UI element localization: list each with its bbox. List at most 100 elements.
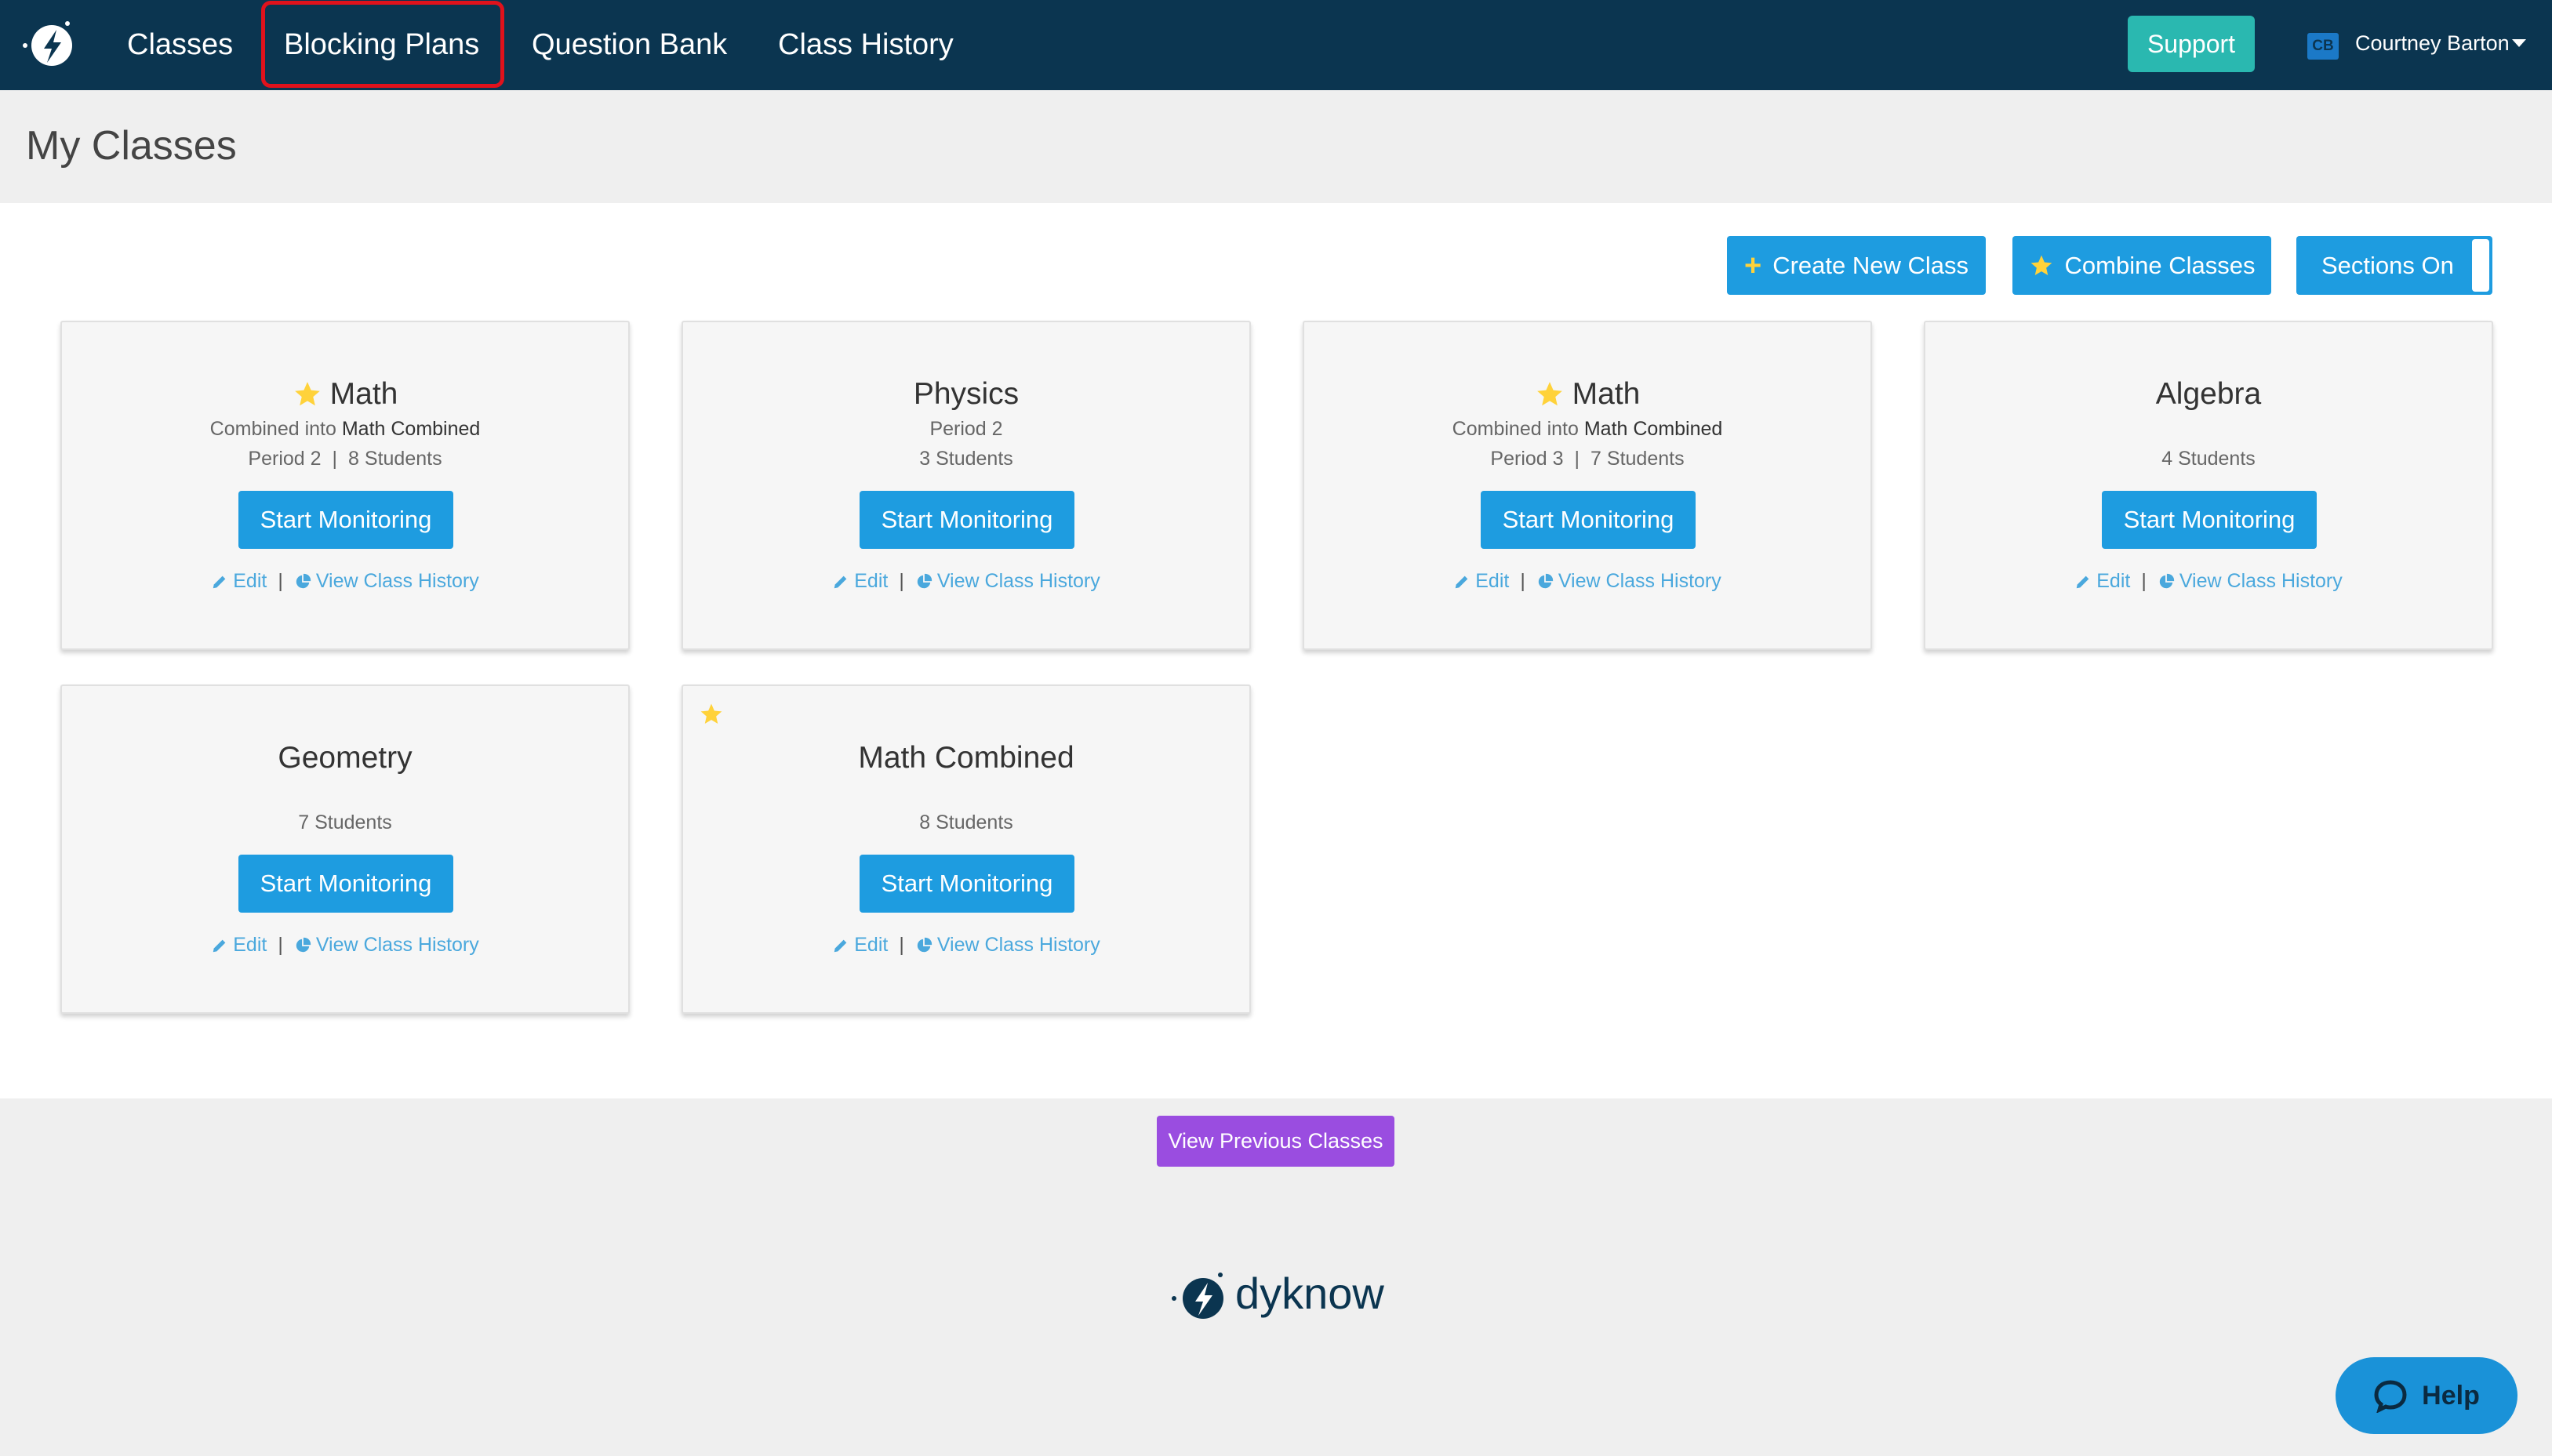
separator: | (2141, 570, 2147, 592)
start-monitoring-button[interactable]: Start Monitoring (860, 491, 1074, 549)
page-title: My Classes (26, 123, 237, 169)
card-links: Edit | View Class History (1925, 570, 2492, 593)
dyknow-logo-icon[interactable] (20, 16, 80, 75)
class-meta: Period 3 | 7 Students (1304, 448, 1870, 470)
pencil-icon[interactable] (2074, 573, 2092, 590)
pencil-icon[interactable] (832, 937, 849, 954)
start-monitoring-button[interactable]: Start Monitoring (860, 855, 1074, 913)
create-new-class-label: Create New Class (1772, 251, 1969, 279)
toggle-knob[interactable] (2472, 239, 2489, 292)
class-period: Period 2 (929, 418, 1003, 440)
class-title-row: Math (1304, 377, 1870, 412)
user-menu-name[interactable]: Courtney Barton (2355, 31, 2510, 56)
class-title: Math Combined (858, 741, 1074, 775)
separator: | (1520, 570, 1525, 592)
page-header (0, 90, 2552, 203)
class-title-row: Physics (683, 377, 1249, 412)
sections-toggle-label: Sections On (2321, 251, 2454, 279)
class-title-row: Geometry (62, 741, 628, 775)
start-monitoring-button[interactable]: Start Monitoring (238, 855, 453, 913)
class-title: Geometry (278, 741, 413, 775)
combined-info: Combined into Math Combined (62, 418, 628, 441)
class-title: Physics (913, 377, 1020, 411)
card-links: Edit | View Class History (683, 570, 1249, 593)
view-class-history-link[interactable]: View Class History (316, 570, 479, 593)
class-title: Algebra (2155, 377, 2262, 411)
view-class-history-link[interactable]: View Class History (316, 934, 479, 957)
student-count: 4 Students (2161, 448, 2256, 470)
view-previous-classes-button[interactable]: View Previous Classes (1157, 1116, 1394, 1167)
edit-link[interactable]: Edit (233, 934, 267, 957)
star-icon (1536, 382, 1562, 406)
pie-chart-icon[interactable] (294, 573, 311, 590)
footer-brand-name: dyknow (1235, 1269, 1384, 1318)
pencil-icon[interactable] (211, 573, 228, 590)
class-card-math-combined: Math Combined 8 Students Start Monitorin… (682, 684, 1251, 1014)
user-avatar[interactable]: CB (2307, 33, 2339, 60)
class-period: Period 2 (248, 448, 322, 470)
edit-link[interactable]: Edit (854, 934, 888, 957)
start-monitoring-button[interactable]: Start Monitoring (1481, 491, 1696, 549)
star-icon (294, 382, 320, 406)
class-title-row: Algebra (1925, 377, 2492, 412)
card-links: Edit | View Class History (62, 570, 628, 593)
combine-classes-button[interactable]: Combine Classes (2012, 236, 2271, 295)
nav-question-bank[interactable]: Question Bank (532, 0, 727, 90)
start-monitoring-button[interactable]: Start Monitoring (238, 491, 453, 549)
nav-classes[interactable]: Classes (127, 0, 233, 90)
combined-class-name: Math Combined (341, 418, 481, 440)
edit-link[interactable]: Edit (1475, 570, 1509, 593)
pencil-icon[interactable] (211, 937, 228, 954)
help-label: Help (2422, 1380, 2480, 1411)
view-class-history-link[interactable]: View Class History (937, 570, 1100, 593)
edit-link[interactable]: Edit (854, 570, 888, 593)
pie-chart-icon[interactable] (1536, 573, 1554, 590)
view-class-history-link[interactable]: View Class History (1558, 570, 1721, 593)
create-new-class-button[interactable]: + Create New Class (1727, 236, 1986, 295)
star-icon (2030, 255, 2052, 275)
card-links: Edit | View Class History (62, 934, 628, 957)
view-class-history-link[interactable]: View Class History (2179, 570, 2343, 593)
class-title: Math (329, 377, 398, 411)
separator: | (899, 934, 904, 956)
student-count: 8 Students (348, 448, 442, 470)
student-count: 8 Students (919, 812, 1013, 833)
class-title-row: Math Combined (683, 741, 1249, 775)
pie-chart-icon[interactable] (915, 937, 932, 954)
class-title-row: Math (62, 377, 628, 412)
student-count: 3 Students (919, 448, 1013, 470)
class-card-physics: Physics Period 2 3 Students Start Monito… (682, 321, 1251, 650)
card-links: Edit | View Class History (1304, 570, 1870, 593)
view-class-history-link[interactable]: View Class History (937, 934, 1100, 957)
pencil-icon[interactable] (832, 573, 849, 590)
help-button[interactable]: Help (2336, 1357, 2517, 1434)
class-meta: Period 2 | 8 Students (62, 448, 628, 470)
class-card-algebra: Algebra 4 Students Start Monitoring Edit… (1924, 321, 2493, 650)
edit-link[interactable]: Edit (2096, 570, 2130, 593)
pie-chart-icon[interactable] (915, 573, 932, 590)
class-period: Period 3 (1490, 448, 1564, 470)
star-icon (700, 703, 722, 724)
combined-prefix: Combined into (209, 418, 336, 440)
class-title: Math (1572, 377, 1641, 411)
top-nav: Classes Blocking Plans Question Bank Cla… (0, 0, 2552, 90)
nav-class-history[interactable]: Class History (778, 0, 954, 90)
student-count: 7 Students (298, 812, 392, 833)
combined-prefix: Combined into (1452, 418, 1579, 440)
combined-class-name: Math Combined (1583, 418, 1723, 440)
pie-chart-icon[interactable] (294, 937, 311, 954)
card-links: Edit | View Class History (683, 934, 1249, 957)
separator: | (1574, 448, 1580, 470)
edit-link[interactable]: Edit (233, 570, 267, 593)
class-card-geometry: Geometry 7 Students Start Monitoring Edi… (60, 684, 630, 1014)
class-card-math-period-3: Math Combined into Math Combined Period … (1303, 321, 1872, 650)
support-button[interactable]: Support (2128, 16, 2255, 72)
pie-chart-icon[interactable] (2158, 573, 2175, 590)
student-count: 7 Students (1590, 448, 1685, 470)
chevron-down-icon[interactable] (2512, 39, 2526, 47)
start-monitoring-button[interactable]: Start Monitoring (2102, 491, 2317, 549)
separator: | (332, 448, 338, 470)
pencil-icon[interactable] (1453, 573, 1470, 590)
sections-toggle[interactable]: Sections On (2296, 236, 2492, 295)
nav-blocking-plans[interactable]: Blocking Plans (284, 0, 479, 90)
